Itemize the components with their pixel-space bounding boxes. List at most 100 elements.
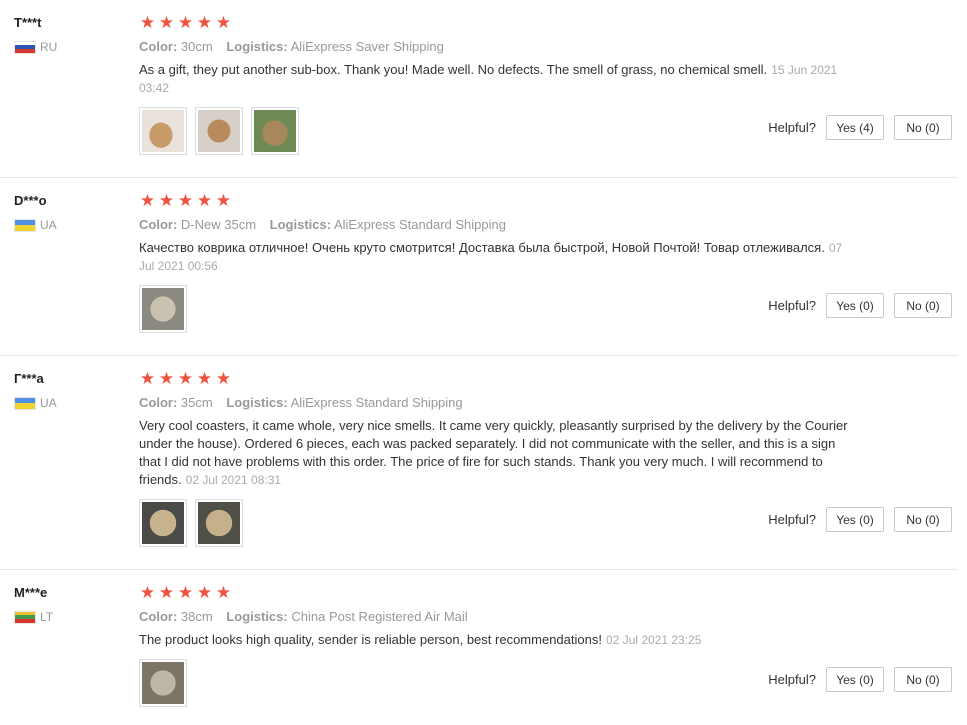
helpful-label: Helpful?: [768, 120, 816, 135]
logistics-value: China Post Registered Air Mail: [291, 609, 468, 624]
logistics-label: Logistics:: [226, 39, 288, 54]
helpful-label: Helpful?: [768, 512, 816, 527]
color-value: 38cm: [180, 609, 213, 624]
helpful-vote: Helpful? Yes (4) No (0): [768, 115, 952, 140]
star-icon: ★: [139, 583, 156, 602]
review-photo-thumbnail[interactable]: [251, 107, 299, 155]
flag-icon: [14, 218, 36, 232]
star-icon: ★: [215, 583, 232, 602]
logistics-label: Logistics:: [226, 609, 288, 624]
review-photo-thumbnail[interactable]: [139, 285, 187, 333]
country-code: UA: [40, 396, 57, 410]
reviewer-name: M***e: [14, 585, 48, 600]
review-body: Качество коврика отличное! Очень круто с…: [139, 240, 825, 255]
review-text: As a gift, they put another sub-box. Tha…: [139, 61, 859, 97]
flag-icon: [14, 610, 36, 624]
review-item: Г***а UA ★ ★ ★ ★ ★ Color: 35cm Logistics: Al…: [0, 370, 958, 566]
star-icon: ★: [196, 583, 213, 602]
divider: [0, 177, 958, 178]
helpful-vote: Helpful? Yes (0) No (0): [768, 667, 952, 692]
helpful-label: Helpful?: [768, 672, 816, 687]
star-icon: ★: [177, 369, 194, 388]
country-code: RU: [40, 40, 58, 54]
logistics-value: AliExpress Standard Shipping: [333, 217, 506, 232]
color-label: Color:: [139, 395, 178, 410]
review-content: ★ ★ ★ ★ ★ Color: 38cm Logistics: China Post …: [139, 584, 859, 707]
star-icon: ★: [177, 191, 194, 210]
star-rating: ★ ★ ★ ★ ★: [139, 14, 859, 32]
helpful-no-button[interactable]: No (0): [894, 115, 952, 140]
review-date: 02 Jul 2021 08:31: [185, 473, 282, 487]
reviewer-info: D***o UA: [14, 192, 124, 232]
review-item: D***o UA ★ ★ ★ ★ ★ Color: D-New 35cm Logisti…: [0, 192, 958, 352]
color-value: 35cm: [180, 395, 213, 410]
helpful-vote: Helpful? Yes (0) No (0): [768, 293, 952, 318]
helpful-yes-button[interactable]: Yes (0): [826, 293, 884, 318]
sku-info: Color: D-New 35cm Logistics: AliExpress …: [139, 216, 859, 234]
reviewer-country: RU: [14, 40, 124, 54]
review-date: 02 Jul 2021 23:25: [605, 633, 702, 647]
reviewer-info: M***e LT: [14, 584, 124, 624]
review-item: T***t RU ★ ★ ★ ★ ★ Color: 30cm Logistics: Al…: [0, 14, 958, 174]
review-photo-thumbnail[interactable]: [195, 499, 243, 547]
helpful-no-button[interactable]: No (0): [894, 293, 952, 318]
reviewer-info: T***t RU: [14, 14, 124, 54]
star-icon: ★: [196, 13, 213, 32]
star-icon: ★: [196, 191, 213, 210]
review-text: The product looks high quality, sender i…: [139, 631, 859, 649]
star-icon: ★: [196, 369, 213, 388]
country-code: UA: [40, 218, 57, 232]
review-content: ★ ★ ★ ★ ★ Color: 35cm Logistics: AliExpress …: [139, 370, 859, 547]
logistics-label: Logistics:: [226, 395, 288, 410]
divider: [0, 569, 958, 570]
color-label: Color:: [139, 217, 178, 232]
star-icon: ★: [177, 583, 194, 602]
helpful-yes-button[interactable]: Yes (0): [826, 667, 884, 692]
divider: [0, 355, 958, 356]
review-photos: [139, 285, 859, 333]
country-code: LT: [40, 610, 54, 624]
helpful-label: Helpful?: [768, 298, 816, 313]
review-photos: [139, 659, 859, 707]
reviewer-info: Г***а UA: [14, 370, 124, 410]
review-body: The product looks high quality, sender i…: [139, 632, 602, 647]
review-text: Very cool coasters, it came whole, very …: [139, 417, 859, 489]
sku-info: Color: 30cm Logistics: AliExpress Saver …: [139, 38, 859, 56]
helpful-no-button[interactable]: No (0): [894, 667, 952, 692]
star-icon: ★: [177, 13, 194, 32]
logistics-value: AliExpress Saver Shipping: [290, 39, 444, 54]
star-icon: ★: [139, 13, 156, 32]
flag-icon: [14, 396, 36, 410]
review-item: M***e LT ★ ★ ★ ★ ★ Color: 38cm Logistics: Ch…: [0, 584, 958, 724]
review-body: As a gift, they put another sub-box. Tha…: [139, 62, 768, 77]
reviewer-name: Г***а: [14, 371, 44, 386]
star-rating: ★ ★ ★ ★ ★: [139, 192, 859, 210]
star-icon: ★: [215, 13, 232, 32]
review-content: ★ ★ ★ ★ ★ Color: D-New 35cm Logistics: AliEx…: [139, 192, 859, 333]
star-icon: ★: [158, 13, 175, 32]
reviewer-country: LT: [14, 610, 124, 624]
helpful-yes-button[interactable]: Yes (4): [826, 115, 884, 140]
review-photo-thumbnail[interactable]: [139, 107, 187, 155]
logistics-value: AliExpress Standard Shipping: [290, 395, 463, 410]
star-rating: ★ ★ ★ ★ ★: [139, 584, 859, 602]
review-text: Качество коврика отличное! Очень круто с…: [139, 239, 859, 275]
review-content: ★ ★ ★ ★ ★ Color: 30cm Logistics: AliExpress …: [139, 14, 859, 155]
star-rating: ★ ★ ★ ★ ★: [139, 370, 859, 388]
reviewer-name: T***t: [14, 15, 42, 30]
star-icon: ★: [158, 191, 175, 210]
sku-info: Color: 38cm Logistics: China Post Regist…: [139, 608, 859, 626]
review-photos: [139, 107, 859, 155]
helpful-yes-button[interactable]: Yes (0): [826, 507, 884, 532]
reviewer-name: D***o: [14, 193, 47, 208]
review-photo-thumbnail[interactable]: [139, 659, 187, 707]
sku-info: Color: 35cm Logistics: AliExpress Standa…: [139, 394, 859, 412]
reviewer-country: UA: [14, 396, 124, 410]
review-photo-thumbnail[interactable]: [195, 107, 243, 155]
color-label: Color:: [139, 609, 178, 624]
review-photo-thumbnail[interactable]: [139, 499, 187, 547]
color-value: D-New 35cm: [180, 217, 257, 232]
helpful-no-button[interactable]: No (0): [894, 507, 952, 532]
color-label: Color:: [139, 39, 178, 54]
color-value: 30cm: [180, 39, 213, 54]
